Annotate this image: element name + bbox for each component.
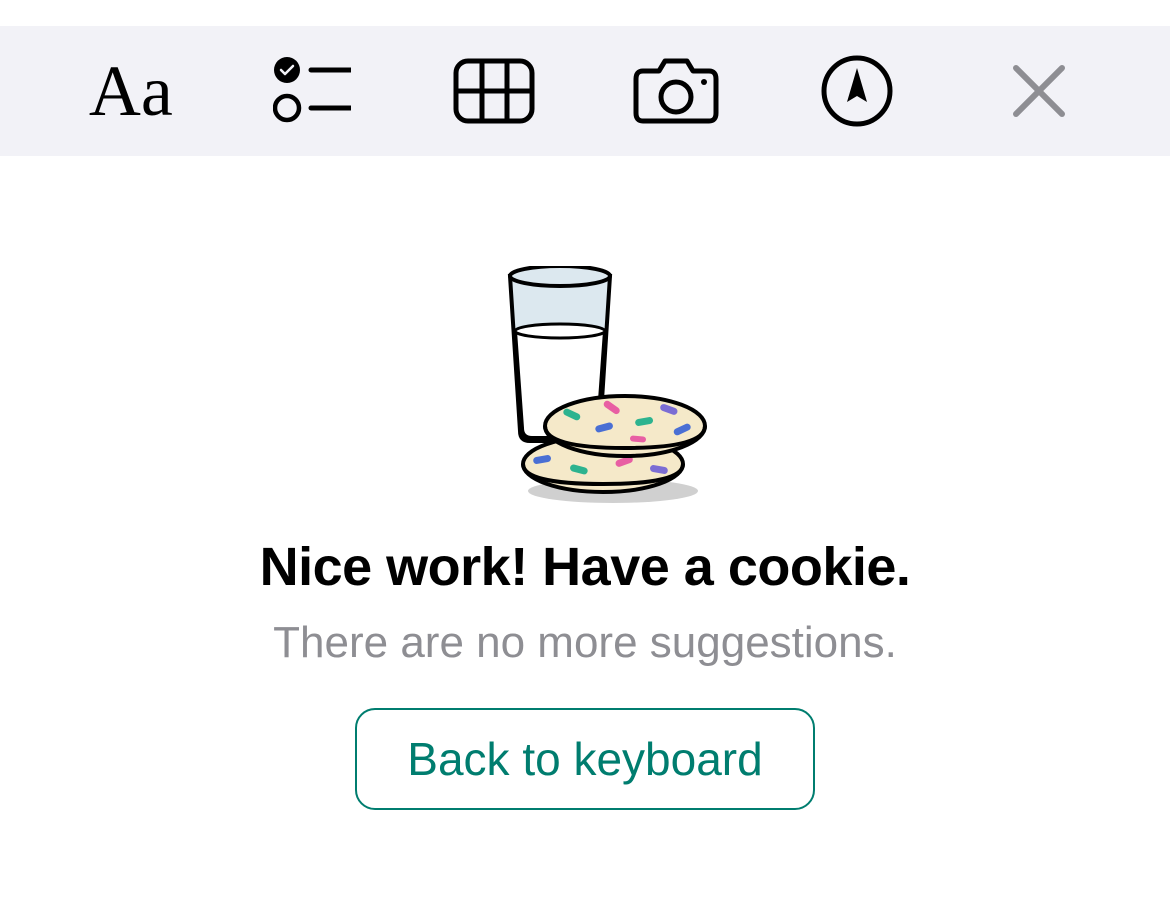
close-icon: [1010, 62, 1068, 120]
back-to-keyboard-button[interactable]: Back to keyboard: [355, 708, 814, 810]
empty-state-content: Nice work! Have a cookie. There are no m…: [0, 156, 1170, 810]
text-format-icon: Aa: [89, 55, 173, 127]
markup-button[interactable]: [797, 51, 917, 131]
table-button[interactable]: [434, 51, 554, 131]
formatting-toolbar: Aa: [0, 26, 1170, 156]
top-spacer: [0, 0, 1170, 26]
checklist-icon: [273, 56, 351, 126]
text-format-button[interactable]: Aa: [71, 51, 191, 131]
markup-icon: [820, 54, 894, 128]
camera-button[interactable]: [616, 51, 736, 131]
checklist-button[interactable]: [252, 51, 372, 131]
camera-icon: [633, 57, 719, 125]
milk-cookie-illustration: [455, 266, 715, 506]
table-icon: [453, 58, 535, 124]
empty-state-heading: Nice work! Have a cookie.: [260, 536, 911, 598]
close-button[interactable]: [979, 51, 1099, 131]
empty-state-subtext: There are no more suggestions.: [273, 618, 897, 668]
